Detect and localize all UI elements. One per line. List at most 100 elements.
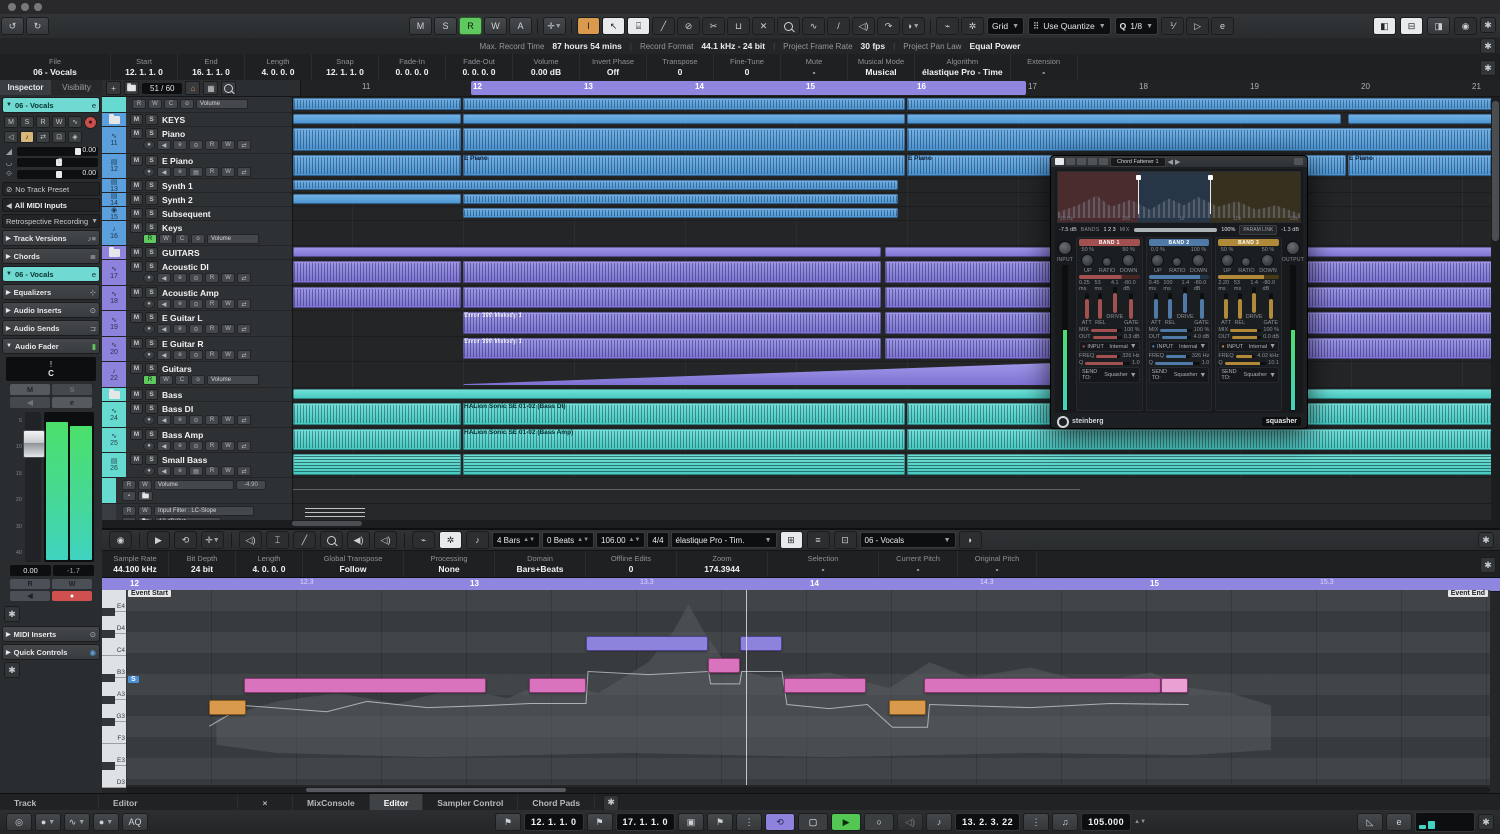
draw-tool-icon[interactable]: ╱ (293, 531, 316, 549)
freeze-button[interactable]: ⇄ (237, 273, 251, 283)
punch-settings-icon[interactable]: ⋮ (736, 813, 763, 831)
event-display[interactable]: E Piano E Piano E Piano Error 399 Melody… (293, 97, 1500, 520)
lane-subsequent[interactable] (293, 207, 1500, 221)
attack-slider[interactable] (1154, 293, 1159, 319)
solo-button[interactable]: S (145, 389, 158, 400)
play-button[interactable]: ▶ (831, 813, 862, 831)
write-button[interactable]: W (138, 506, 152, 516)
piano-keyboard[interactable]: E4 D4 C4 B3 A3 G3 F3 E3 D3 (102, 590, 126, 788)
section-vocals[interactable]: ▼ 06 - Vocals e (2, 266, 100, 282)
musical-mode-icon[interactable]: ♪ (20, 131, 34, 143)
snap-icon[interactable]: ⌁ (412, 531, 435, 549)
info-field-extension[interactable]: Extension - (1011, 54, 1078, 80)
section-audio-inserts[interactable]: ▶ Audio Inserts ⊙ (2, 302, 100, 318)
solo-button[interactable]: S (145, 312, 158, 323)
editor-field-global-transpose[interactable]: Global Transpose Follow (303, 551, 404, 577)
band-1-range-bar[interactable] (1079, 275, 1140, 279)
mute-button[interactable]: M (130, 338, 143, 349)
record-enable-button[interactable]: ● (143, 415, 155, 425)
quantize-note-icon[interactable]: ♪ (466, 531, 489, 549)
ratio-knob[interactable] (1102, 257, 1113, 267)
quantize-preset-select[interactable]: ⠿ Use Quantize ▼ (1028, 17, 1111, 35)
solo-button[interactable]: S (145, 403, 158, 414)
solo-button[interactable]: S (145, 261, 158, 272)
solo-button[interactable]: S (52, 384, 92, 395)
solo-button[interactable]: S (145, 194, 158, 205)
insert-state-icon[interactable]: ⊙ (189, 140, 203, 150)
zone-options-icon[interactable]: ◉ (1454, 17, 1477, 35)
tab-sampler-control[interactable]: Sampler Control (423, 794, 519, 811)
insert-state-icon[interactable]: ⊙ (189, 299, 203, 309)
track-row-e-guitar-l[interactable]: ∿ 19 MSE Guitar L ● ◀ e ⊙ R W ⇄ (102, 311, 292, 337)
lane-bass-di[interactable]: HALion Sonic SE 01-02 (Bass DI) (293, 402, 1500, 428)
plugin-menu-icon[interactable] (1294, 158, 1303, 165)
edit-channel-button[interactable]: e (173, 441, 187, 451)
record-enable-button[interactable]: ● (143, 299, 155, 309)
retrospective-record-row[interactable]: Retrospective Recording ▼ (2, 214, 100, 228)
inspector-track-header[interactable]: ▼ 06 - Vocals e (2, 97, 100, 113)
send-to-select[interactable]: SEND TO: Squasher ▼ (1079, 367, 1140, 383)
glue-tool-icon[interactable]: ⊔ (727, 17, 750, 35)
info-field-fade-in[interactable]: Fade-In 0. 0. 0. 0 (379, 54, 446, 80)
piano-key[interactable]: C4 (102, 630, 126, 656)
solo-button[interactable]: S (145, 208, 158, 219)
info-field-snap[interactable]: Snap 12. 1. 1. 0 (312, 54, 379, 80)
read-button[interactable]: R (122, 480, 136, 490)
pitch-segment-A3[interactable] (244, 678, 486, 693)
info-field-end[interactable]: End 16. 1. 1. 0 (178, 54, 245, 80)
plugin-read-icon[interactable] (1066, 158, 1075, 165)
sidechain-input-select[interactable]: ● INPUT Internal ▼ (1079, 341, 1140, 352)
mute-button[interactable]: M (130, 287, 143, 298)
mute-automation-button[interactable]: ▪ (122, 491, 136, 501)
right-locator-field[interactable]: 17. 1. 1. 0 (615, 813, 676, 831)
track-row-bass-folder[interactable]: M S Bass (102, 388, 292, 402)
freeze-button[interactable]: ⇄ (237, 466, 251, 476)
fader-setup-gear-icon[interactable]: ✱ (4, 606, 20, 622)
section-quick-controls[interactable]: ▶ Quick Controls ◉ (2, 644, 100, 660)
solo-button[interactable]: S (145, 454, 158, 465)
automation-folder-icon[interactable] (138, 491, 153, 501)
monitor-button[interactable]: ◀ (157, 167, 171, 177)
pitch-segment-B3[interactable] (708, 658, 740, 673)
mute-button[interactable]: M (130, 429, 143, 440)
fader-value[interactable]: 0.00 (10, 565, 51, 576)
timeline-ruler[interactable]: 11 12 13 14 15 16 17 18 19 20 21 (301, 80, 1500, 96)
pitch-segment-A3[interactable] (529, 678, 586, 693)
band-out-slider[interactable] (1092, 335, 1122, 339)
lane-keys[interactable] (293, 221, 1500, 246)
solo-button[interactable]: S (145, 180, 158, 191)
track-row-acoustic-amp[interactable]: ∿ 18 M S Acoustic Amp ● ◀ e ⊙ R W ⇄ (102, 286, 292, 311)
pitch-segment-G3[interactable] (889, 700, 926, 715)
read-button[interactable]: R (132, 99, 146, 109)
c-button[interactable]: C (175, 234, 189, 244)
time-format-icon[interactable]: ♪ (926, 813, 953, 831)
preset-next-icon[interactable]: ▶ (1175, 158, 1180, 166)
read-button[interactable]: R (36, 116, 50, 128)
track-row-subsequent[interactable]: ◉ 15 M S Subsequent (102, 207, 292, 221)
freeze-button[interactable]: ⇄ (237, 441, 251, 451)
tab-chord-pads[interactable]: Chord Pads (518, 794, 596, 811)
track-row-bass-di[interactable]: ∿ 24 M S Bass DI ● ◀ e ⊙ R W ⇄ (102, 402, 292, 428)
pad-quantize-icon[interactable]: ● ▼ (93, 813, 119, 831)
zoom-tool-icon[interactable] (777, 17, 800, 35)
automation-row-input-filter[interactable]: RW Input Filter : LC-Slope ▪ 12 dB/Oct (102, 504, 292, 520)
lane-bass-amp[interactable]: HALion Sonic SE 01-02 (Bass Amp) (293, 428, 1500, 453)
solo-button[interactable]: S (145, 247, 158, 258)
write-button[interactable]: W (148, 99, 162, 109)
record-enable-button[interactable]: ● (143, 441, 155, 451)
monitor-button[interactable]: ◀ (157, 415, 171, 425)
info-field-fade-out[interactable]: Fade-Out 0. 0. 0. 0 (446, 54, 513, 80)
release-slider[interactable] (1237, 293, 1242, 319)
info-field-file[interactable]: File 06 - Vocals (0, 54, 111, 80)
mute-button[interactable]: M (130, 155, 143, 166)
band-2-header[interactable]: BAND 2 (1148, 239, 1210, 246)
solo-button[interactable]: S (145, 287, 158, 298)
track-row-small-bass[interactable]: ▤ 26 M S Small Bass ● ◀ e ▤ R W ⇄ (102, 453, 292, 478)
automation-param-select[interactable]: Input Filter : LC-Slope (154, 506, 254, 516)
lane-acoustic-di[interactable] (293, 260, 1500, 286)
freeze-button[interactable]: ⇄ (237, 415, 251, 425)
maximize-window-button[interactable] (34, 3, 42, 11)
write-button[interactable]: W (221, 299, 235, 309)
track-row-synth-1[interactable]: ▤ 13 M S Synth 1 (102, 179, 292, 193)
drive-slider[interactable] (1112, 287, 1117, 313)
